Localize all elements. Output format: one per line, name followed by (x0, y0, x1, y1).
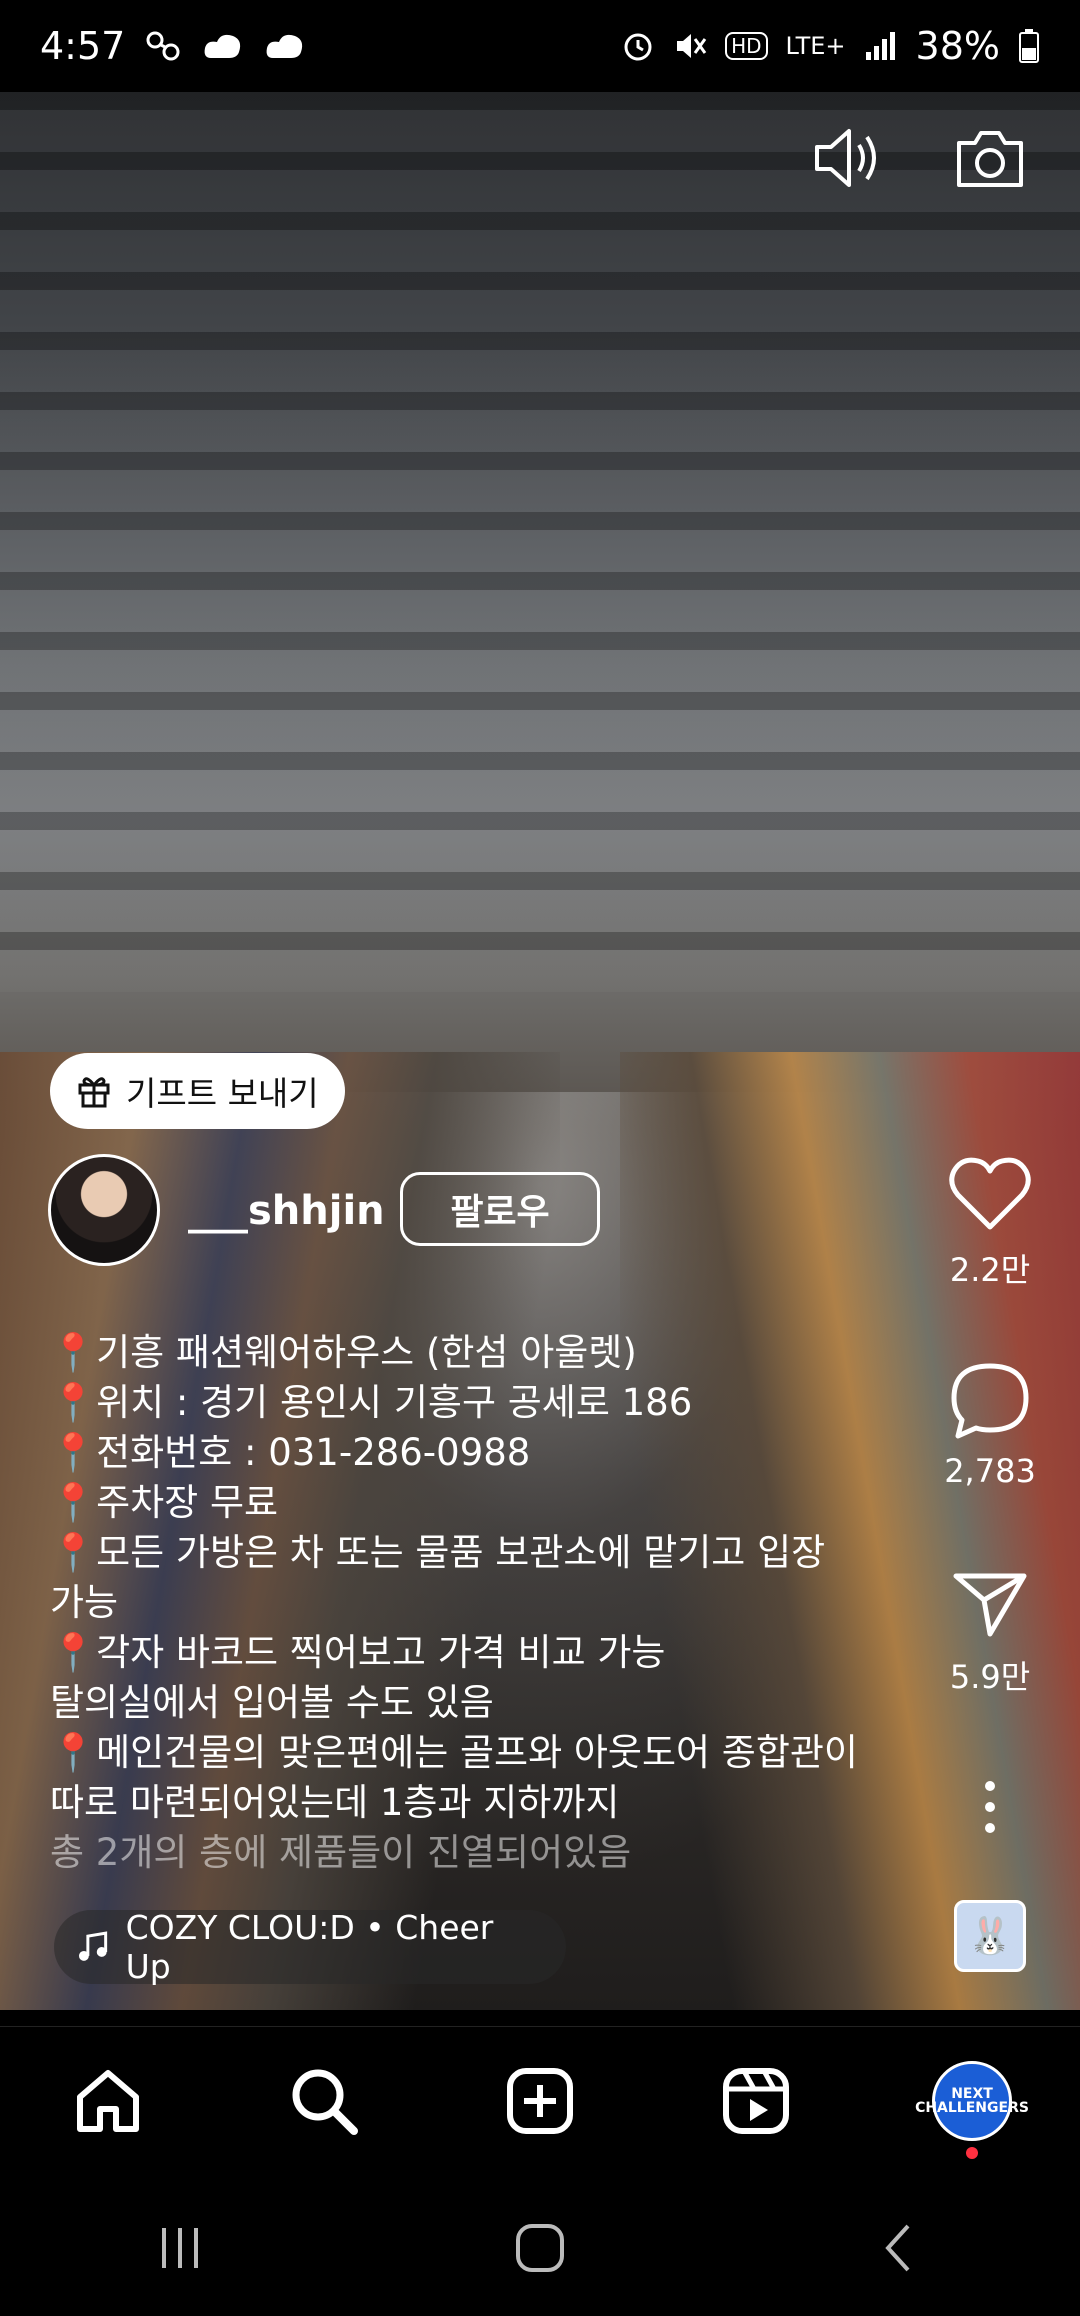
caption-line: 📍메인건물의 맞은편에는 골프와 아웃도어 종합관이 (50, 1731, 858, 1774)
caption-line: 📍기흥 패션웨어하우스 (한섬 아울렛) (50, 1331, 637, 1374)
caption-line: 📍위치 : 경기 용인시 기흥구 공세로 186 (50, 1381, 693, 1424)
alarm-icon (624, 33, 652, 61)
caption-line: 가능 (50, 1581, 119, 1624)
username[interactable]: ___shhjin (188, 1188, 385, 1234)
camera-icon[interactable] (950, 118, 1030, 198)
battery-percent: 38% (915, 24, 1000, 68)
lte-icon: LTE+ (785, 32, 846, 60)
music-info[interactable]: COZY CLOU:D • Cheer Up (54, 1908, 566, 1986)
more-options[interactable] (940, 1780, 1040, 1838)
search-icon (292, 2069, 358, 2135)
cloud-icon (266, 34, 303, 58)
avatar[interactable] (48, 1154, 160, 1266)
home-button-icon[interactable] (510, 2218, 570, 2278)
nav-home[interactable] (58, 2051, 158, 2151)
nav-create[interactable] (490, 2051, 590, 2151)
system-nav (0, 2180, 1080, 2316)
send-icon (953, 1573, 1027, 1637)
send-gift-button[interactable]: 기프트 보내기 (50, 1053, 345, 1129)
mute-icon (677, 34, 707, 58)
caption[interactable]: 📍기흥 패션웨어하우스 (한섬 아울렛) 📍위치 : 경기 용인시 기흥구 공세… (50, 1328, 920, 1878)
caption-line: 총 2개의 층에 제품들이 진열되어있음 (50, 1831, 632, 1874)
caption-line: 📍전화번호 : 031-286-0988 (50, 1431, 531, 1474)
recents-icon[interactable] (150, 2218, 210, 2278)
nav-reels[interactable] (706, 2051, 806, 2151)
home-icon (77, 2070, 139, 2132)
notification-dot (966, 2147, 978, 2159)
follow-button[interactable]: 팔로우 (400, 1172, 600, 1246)
volume-icon[interactable] (806, 118, 886, 198)
comment-action[interactable]: 2,783 (940, 1360, 1040, 1490)
music-note-icon (78, 1931, 108, 1961)
caption-line: 📍주차장 무료 (50, 1481, 279, 1524)
caption-line: 탈의실에서 입어볼 수도 있음 (50, 1681, 494, 1724)
profile-avatar-text: NEXT CHALLENGERS (915, 2086, 1029, 2116)
status-bar: 4:57 HD LTE+ 38% (0, 0, 1080, 92)
bottom-nav: NEXT CHALLENGERS (0, 2026, 1080, 2175)
music-title: COZY CLOU:D • Cheer Up (125, 1908, 494, 1986)
share-action[interactable]: 5.9만 (940, 1566, 1040, 1698)
caption-line: 📍모든 가방은 차 또는 물품 보관소에 맡기고 입장 (50, 1531, 826, 1574)
status-right: HD LTE+ 38% (621, 24, 1040, 68)
gift-icon (78, 1077, 110, 1108)
profile-avatar: NEXT CHALLENGERS (915, 2061, 1029, 2141)
cloud-icon (204, 34, 241, 58)
video-ceiling (0, 92, 1080, 992)
comment-count: 2,783 (944, 1452, 1036, 1490)
battery-icon (1019, 29, 1039, 63)
reels-icon (723, 2068, 789, 2134)
link-icon (146, 31, 180, 61)
send-gift-label: 기프트 보내기 (126, 1074, 319, 1113)
like-action[interactable]: 2.2만 (940, 1155, 1040, 1291)
like-count: 2.2만 (949, 1251, 1031, 1289)
caption-line: 📍각자 바코드 찍어보고 가격 비교 가능 (50, 1631, 666, 1674)
heart-icon (949, 1157, 1031, 1230)
nav-profile[interactable]: NEXT CHALLENGERS (915, 2051, 1029, 2159)
back-icon[interactable] (870, 2218, 930, 2278)
comment-icon (951, 1363, 1029, 1439)
hd-icon: HD (725, 32, 768, 60)
more-icon (985, 1781, 995, 1833)
status-left: 4:57 (40, 24, 307, 68)
audio-thumbnail[interactable]: 🐰 (954, 1900, 1026, 1972)
signal-icon (865, 32, 895, 60)
caption-line: 따로 마련되어있는데 1층과 지하까지 (50, 1781, 620, 1824)
nav-search[interactable] (274, 2051, 374, 2151)
status-time: 4:57 (40, 24, 126, 68)
share-count: 5.9만 (949, 1658, 1031, 1696)
create-icon (507, 2068, 573, 2134)
